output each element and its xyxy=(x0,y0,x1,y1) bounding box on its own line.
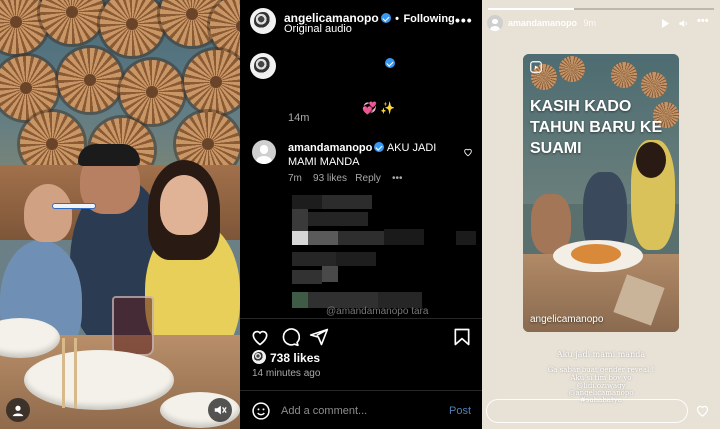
plate xyxy=(24,350,174,410)
child-head xyxy=(24,184,72,242)
comment-username[interactable]: amandamanopo xyxy=(288,142,372,154)
verified-icon xyxy=(374,142,385,152)
story-time: 9m xyxy=(583,18,597,28)
story-more-icon[interactable]: ••• xyxy=(697,15,709,27)
more-icon[interactable]: ••• xyxy=(455,12,473,28)
drink-glass xyxy=(112,296,154,356)
bookmark-icon[interactable] xyxy=(452,327,472,347)
divider xyxy=(240,318,482,319)
story-header: amandamanopo 9m xyxy=(508,18,596,28)
story-text-main: Aku jadi mami manda xyxy=(556,350,646,359)
caption-avatar[interactable] xyxy=(250,53,276,79)
card-decor xyxy=(641,72,667,98)
comment-meta: 7m 93 likes Reply ••• xyxy=(288,173,403,184)
chopstick xyxy=(62,338,65,408)
share-icon[interactable] xyxy=(309,327,329,347)
test-pen xyxy=(52,203,96,209)
story-text-line: Aku si tim boy yo xyxy=(570,374,632,382)
comment: amandamanopo AKU JADI MAMI MANDA xyxy=(288,141,458,169)
story-avatar[interactable] xyxy=(487,15,503,31)
post-button[interactable]: Post xyxy=(449,405,471,417)
comment-more-icon[interactable]: ••• xyxy=(392,173,403,184)
caption-time: 14m xyxy=(288,112,310,124)
post-time: 14 minutes ago xyxy=(252,368,321,379)
woman-head xyxy=(160,175,208,235)
card-decor xyxy=(559,56,585,82)
card-title: KASIH KADO TAHUN BARU KE SUAMI xyxy=(530,98,663,157)
wall-decor-fan xyxy=(184,50,240,114)
comment-input[interactable]: Add a comment... xyxy=(281,405,367,417)
comment-icon[interactable] xyxy=(280,327,300,347)
reply-button[interactable]: Reply xyxy=(355,173,381,184)
video-frame[interactable] xyxy=(0,0,240,429)
card-handle[interactable]: angelicamanopo xyxy=(530,314,603,325)
story-text-line: Ga sabar buat gender reveal ! xyxy=(547,366,655,374)
story-reply-input[interactable] xyxy=(486,399,688,423)
likes-count[interactable]: 738 likes xyxy=(270,351,320,365)
wall-decor-fan xyxy=(58,48,122,112)
avatar-icon[interactable] xyxy=(6,398,30,422)
post-avatar[interactable] xyxy=(250,8,276,34)
follow-status[interactable]: Following xyxy=(403,13,454,25)
story-progress xyxy=(488,8,714,10)
play-icon[interactable] xyxy=(661,19,670,28)
caption-username[interactable]: angelicamanopo xyxy=(288,56,383,70)
verified-icon xyxy=(384,58,395,68)
reels-icon xyxy=(530,61,542,73)
comment-time: 7m xyxy=(288,173,302,184)
wall-decor-fan xyxy=(120,60,184,124)
man-hair xyxy=(78,144,140,166)
follow-dot: • xyxy=(395,13,399,25)
chopstick xyxy=(74,338,77,408)
story-heart-icon[interactable] xyxy=(695,403,710,418)
comment-avatar[interactable] xyxy=(252,140,276,164)
verified-icon xyxy=(380,13,391,23)
audio-label[interactable]: Original audio xyxy=(284,23,352,35)
emoji-icon[interactable] xyxy=(251,401,271,421)
card-food xyxy=(571,244,621,264)
card-decor xyxy=(611,62,637,88)
liked-by-avatar xyxy=(252,350,266,364)
partial-comment: @amandamanopo tara xyxy=(326,306,429,317)
comment-likes[interactable]: 93 likes xyxy=(313,173,347,184)
heart-icon[interactable] xyxy=(250,327,270,347)
mute-icon[interactable] xyxy=(208,398,232,422)
comment-heart-icon[interactable] xyxy=(463,147,473,157)
volume-icon[interactable] xyxy=(678,18,689,29)
story-username[interactable]: amandamanopo xyxy=(508,18,577,28)
caption: angelicamanopo 2024 is all about “grow”,… xyxy=(288,56,478,116)
